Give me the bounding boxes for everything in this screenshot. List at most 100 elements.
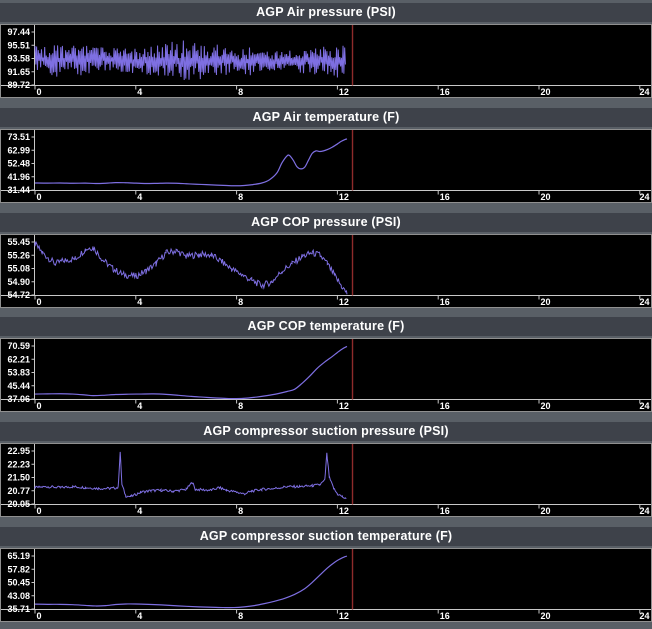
x-tick-label: 24 xyxy=(639,87,649,97)
y-tick-label: 62.99 xyxy=(7,145,30,155)
chart-canvas: 55.4555.2655.0854.9054.7204812162024 xyxy=(0,234,652,308)
chart-title: AGP COP pressure (PSI) xyxy=(0,213,652,232)
chart-plot-area[interactable]: 22.95 22.23 21.50 20.77 20.05 0 4 8 12 16 20 24 xyxy=(0,443,652,517)
x-tick-label: 8 xyxy=(238,506,243,516)
series-line xyxy=(35,452,346,499)
x-tick-label: 0 xyxy=(37,87,42,97)
y-tick-label: 31.44 xyxy=(7,185,30,195)
plot-border xyxy=(1,444,652,517)
y-tick-label: 37.06 xyxy=(7,395,30,405)
y-tick-label: 41.96 xyxy=(7,172,30,182)
x-tick-label: 0 xyxy=(37,297,42,307)
x-tick-label: 20 xyxy=(541,192,551,202)
chart-title: AGP COP temperature (F) xyxy=(0,317,652,336)
x-tick-label: 24 xyxy=(639,506,649,516)
chart-canvas: 22.95 22.23 21.50 20.77 20.05 0 4 8 12 16 20 24 xyxy=(0,443,652,517)
chart-unit-cop-pressure: AGP COP pressure (PSI) 55.4555.2655.0854… xyxy=(0,210,652,315)
y-tick-label: 73.51 xyxy=(7,132,30,142)
y-tick-label: 91.65 xyxy=(7,67,30,77)
y-tick-label: 70.59 xyxy=(7,342,30,352)
x-tick-label: 20 xyxy=(541,506,551,516)
plot-border xyxy=(1,129,652,202)
y-tick-label: 20.05 xyxy=(7,500,30,510)
y-tick-label: 62.21 xyxy=(7,355,30,365)
y-tick-label: 93.58 xyxy=(7,54,30,64)
y-tick-label: 35.71 xyxy=(7,604,30,614)
x-tick-label: 0 xyxy=(37,401,42,411)
chart-unit-suction-temperature: AGP compressor suction temperature (F) 6… xyxy=(0,524,652,629)
x-tick-label: 24 xyxy=(639,192,649,202)
chart-canvas: 70.59 62.21 53.83 45.44 37.06 0 4 8 12 16 20 24 xyxy=(0,338,652,412)
x-tick-label: 24 xyxy=(639,611,649,621)
chart-plot-area[interactable]: 55.4555.2655.0854.9054.7204812162024 xyxy=(0,234,652,308)
chart-title: AGP compressor suction pressure (PSI) xyxy=(0,422,652,441)
x-tick-label: 20 xyxy=(541,401,551,411)
y-tick-label: 89.72 xyxy=(7,80,30,90)
x-tick-label: 12 xyxy=(339,506,349,516)
x-tick-label: 16 xyxy=(440,192,450,202)
y-tick-label: 21.50 xyxy=(7,473,30,483)
x-tick-label: 20 xyxy=(541,87,551,97)
x-tick-label: 12 xyxy=(339,192,349,202)
sensor-dashboard: AGP Air pressure (PSI) 97.4495.5193.5891… xyxy=(0,0,652,629)
chart-title: AGP Air pressure (PSI) xyxy=(0,3,652,22)
series-line xyxy=(35,139,347,186)
series-line xyxy=(35,242,347,294)
chart-plot-area[interactable]: 70.59 62.21 53.83 45.44 37.06 0 4 8 12 16 20 24 xyxy=(0,338,652,412)
chart-canvas: 97.4495.5193.5891.6589.7204812162024 xyxy=(0,24,652,98)
x-tick-label: 8 xyxy=(238,401,243,411)
chart-title: AGP Air temperature (F) xyxy=(0,108,652,127)
x-tick-label: 16 xyxy=(440,401,450,411)
chart-unit-air-pressure: AGP Air pressure (PSI) 97.4495.5193.5891… xyxy=(0,0,652,105)
x-tick-label: 8 xyxy=(238,192,243,202)
y-tick-label: 97.44 xyxy=(7,27,30,37)
y-tick-label: 54.72 xyxy=(7,290,30,300)
y-tick-label: 65.19 xyxy=(7,551,30,561)
y-tick-label: 20.77 xyxy=(7,486,30,496)
x-tick-label: 0 xyxy=(37,611,42,621)
x-tick-label: 8 xyxy=(238,297,243,307)
x-tick-label: 4 xyxy=(137,87,142,97)
chart-title: AGP compressor suction temperature (F) xyxy=(0,527,652,546)
y-tick-label: 22.23 xyxy=(7,460,30,470)
y-tick-label: 57.82 xyxy=(7,565,30,575)
x-tick-label: 12 xyxy=(339,611,349,621)
x-tick-label: 16 xyxy=(440,506,450,516)
y-tick-label: 55.08 xyxy=(7,263,30,273)
x-tick-label: 0 xyxy=(37,192,42,202)
x-tick-label: 4 xyxy=(137,401,142,411)
y-tick-label: 22.95 xyxy=(7,447,30,457)
y-tick-label: 55.26 xyxy=(7,250,30,260)
x-tick-label: 20 xyxy=(541,297,551,307)
x-tick-label: 4 xyxy=(137,611,142,621)
chart-canvas: 73.51 62.99 52.48 41.96 31.44 0 4 8 12 16 20 24 xyxy=(0,129,652,203)
series-line xyxy=(35,556,347,607)
y-tick-label: 43.08 xyxy=(7,591,30,601)
x-tick-label: 24 xyxy=(639,297,649,307)
chart-unit-cop-temperature: AGP COP temperature (F) 70.59 62.21 53.83 4… xyxy=(0,314,652,419)
x-tick-label: 16 xyxy=(440,611,450,621)
chart-unit-air-temperature: AGP Air temperature (F) 73.51 62.99 52.48 4… xyxy=(0,105,652,210)
x-tick-label: 20 xyxy=(541,611,551,621)
chart-plot-area[interactable]: 65.19 57.82 50.45 43.08 35.71 0 4 8 12 16 20 24 xyxy=(0,548,652,622)
x-tick-label: 24 xyxy=(639,401,649,411)
x-tick-label: 8 xyxy=(238,87,243,97)
chart-unit-suction-pressure: AGP compressor suction pressure (PSI) 22… xyxy=(0,419,652,524)
chart-plot-area[interactable]: 97.4495.5193.5891.6589.7204812162024 xyxy=(0,24,652,98)
x-tick-label: 0 xyxy=(37,506,42,516)
y-tick-label: 53.83 xyxy=(7,368,30,378)
x-tick-label: 8 xyxy=(238,611,243,621)
series-line xyxy=(35,40,345,80)
x-tick-label: 4 xyxy=(137,297,142,307)
chart-plot-area[interactable]: 73.51 62.99 52.48 41.96 31.44 0 4 8 12 16 20 24 xyxy=(0,129,652,203)
y-tick-label: 50.45 xyxy=(7,578,30,588)
x-tick-label: 12 xyxy=(339,87,349,97)
y-tick-label: 52.48 xyxy=(7,159,30,169)
chart-canvas: 65.19 57.82 50.45 43.08 35.71 0 4 8 12 16 20 24 xyxy=(0,548,652,622)
x-tick-label: 4 xyxy=(137,506,142,516)
plot-border xyxy=(1,234,652,307)
y-tick-label: 45.44 xyxy=(7,381,30,391)
x-tick-label: 12 xyxy=(339,401,349,411)
x-tick-label: 12 xyxy=(339,297,349,307)
x-tick-label: 4 xyxy=(137,192,142,202)
